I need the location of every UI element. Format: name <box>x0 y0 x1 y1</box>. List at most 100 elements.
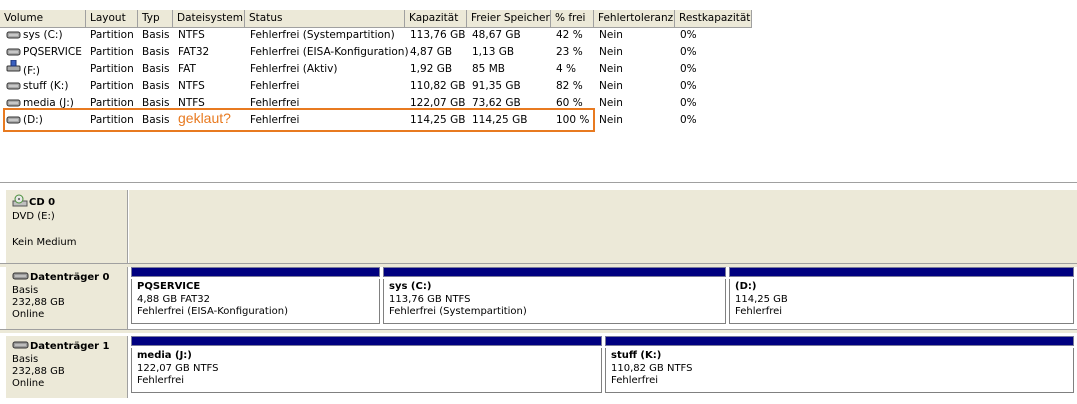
table-row[interactable]: PQSERVICE Partition Basis FAT32 Fehlerfrei (… <box>0 44 760 61</box>
table-row[interactable]: (F:) Partition Basis FAT Fehlerfrei (Aktiv) 1… <box>0 59 760 78</box>
cell-pct: 82 % <box>556 80 583 92</box>
drive-icon <box>6 46 21 56</box>
disk-row-1[interactable]: Datenträger 1 Basis 232,88 GB Online med… <box>0 336 1077 398</box>
cell-type: Basis <box>142 29 170 41</box>
cell-capacity: 4,87 GB <box>410 46 453 58</box>
volume-list[interactable]: Volume Layout Typ Dateisystem Status Kap… <box>0 0 1077 183</box>
cell-fs: FAT32 <box>178 46 210 58</box>
cell-capacity: 113,76 GB <box>410 29 466 41</box>
cell-type: Basis <box>142 46 170 58</box>
cell-fs: FAT <box>178 63 196 75</box>
cell-fs: NTFS <box>178 80 205 92</box>
cell-overhead: 0% <box>680 46 697 58</box>
column-header-overhead[interactable]: Restkapazität <box>675 10 752 27</box>
cell-layout: Partition <box>90 63 134 75</box>
disk-title: CD 0 <box>29 196 56 208</box>
column-header-capacity[interactable]: Kapazität <box>405 10 467 27</box>
cell-capacity: 1,92 GB <box>410 63 453 75</box>
cell-free: 48,67 GB <box>472 29 521 41</box>
partition-status: Fehlerfrei (Systempartition) <box>389 306 527 317</box>
partition-name: (D:) <box>735 281 757 292</box>
partition-status: Fehlerfrei <box>137 375 185 386</box>
partition-name: media (J:) <box>137 350 192 361</box>
partition-d[interactable]: (D:) 114,25 GB Fehlerfrei <box>729 267 1074 324</box>
cell-fault: Nein <box>599 80 623 92</box>
column-header-percent-free[interactable]: % frei <box>551 10 594 27</box>
column-header-filesystem[interactable]: Dateisystem <box>173 10 245 27</box>
partition-size: 122,07 GB NTFS <box>137 362 219 374</box>
volume-name-cell: PQSERVICE <box>0 44 82 61</box>
disk-size: 232,88 GB <box>12 366 65 377</box>
column-header-fault-tolerance[interactable]: Fehlertoleranz <box>594 10 675 27</box>
cell-overhead: 0% <box>680 29 697 41</box>
cell-type: Basis <box>142 63 170 75</box>
volume-name: stuff (K:) <box>23 80 69 92</box>
drive-icon <box>6 97 21 107</box>
hard-disk-icon <box>12 271 29 285</box>
cell-fault: Nein <box>599 29 623 41</box>
cell-status: Fehlerfrei <box>250 80 300 92</box>
disk-type: Basis <box>12 354 39 365</box>
cell-free: 1,13 GB <box>472 46 515 58</box>
partition-name: stuff (K:) <box>611 350 662 361</box>
partition-stuff-k[interactable]: stuff (K:) 110,82 GB NTFS Fehlerfrei <box>605 336 1074 393</box>
partition-name: PQSERVICE <box>137 281 201 292</box>
disk-type: Basis <box>12 285 39 296</box>
partition-status: Fehlerfrei (EISA-Konfiguration) <box>137 306 288 317</box>
volume-name: PQSERVICE <box>23 46 82 58</box>
partition-media-j[interactable]: media (J:) 122,07 GB NTFS Fehlerfrei <box>131 336 602 393</box>
partition-status: Fehlerfrei <box>611 375 659 386</box>
column-header-status[interactable]: Status <box>245 10 405 27</box>
cell-status: Fehlerfrei (EISA-Konfiguration) <box>250 46 409 58</box>
disk-title: Datenträger 1 <box>30 341 110 352</box>
disk-info-0[interactable]: Datenträger 0 Basis 232,88 GB Online <box>6 267 128 329</box>
disk-row-cd0[interactable]: CD 0 DVD (E:) Kein Medium <box>0 190 1077 263</box>
cd-media-area[interactable] <box>129 190 1077 263</box>
cell-fault: Nein <box>599 114 623 126</box>
cell-pct: 42 % <box>556 29 583 41</box>
cell-fault: Nein <box>599 63 623 75</box>
partition-size: 114,25 GB <box>735 293 788 305</box>
drive-icon <box>6 29 21 39</box>
cell-pct: 4 % <box>556 63 576 75</box>
partition-size: 4,88 GB FAT32 <box>137 293 210 305</box>
volume-name: sys (C:) <box>23 29 63 41</box>
column-header-volume[interactable]: Volume <box>0 10 86 27</box>
cell-status: Fehlerfrei (Systempartition) <box>250 29 395 41</box>
volume-name: (F:) <box>23 65 40 77</box>
volume-name-cell: stuff (K:) <box>0 78 68 95</box>
drive-icon <box>6 80 21 90</box>
cell-overhead: 0% <box>680 114 697 126</box>
disk-row-0[interactable]: Datenträger 0 Basis 232,88 GB Online PQS… <box>0 267 1077 329</box>
cell-pct: 23 % <box>556 46 583 58</box>
annotation-label: geklaut? <box>178 110 231 126</box>
hard-disk-icon <box>12 340 29 354</box>
disk-status: Online <box>12 309 45 320</box>
disk-info-1[interactable]: Datenträger 1 Basis 232,88 GB Online <box>6 336 128 398</box>
table-row[interactable]: stuff (K:) Partition Basis NTFS Fehlerfrei 11… <box>0 78 760 95</box>
partition-sys-c[interactable]: sys (C:) 113,76 GB NTFS Fehlerfrei (Syst… <box>383 267 726 324</box>
removable-drive-icon <box>6 59 21 73</box>
cell-layout: Partition <box>90 29 134 41</box>
partition-pqservice[interactable]: PQSERVICE 4,88 GB FAT32 Fehlerfrei (EISA… <box>131 267 380 324</box>
disk-title: Datenträger 0 <box>30 272 110 283</box>
disk-info-cd0[interactable]: CD 0 DVD (E:) Kein Medium <box>6 190 128 263</box>
cd-drive-icon <box>12 194 28 211</box>
cell-fault: Nein <box>599 97 623 109</box>
column-header-type[interactable]: Typ <box>138 10 173 27</box>
divider <box>0 329 1077 333</box>
disk-status: Online <box>12 378 45 389</box>
disk-subtitle: DVD (E:) <box>12 211 55 222</box>
cell-fault: Nein <box>599 46 623 58</box>
list-header: Volume Layout Typ Dateisystem Status Kap… <box>0 9 752 28</box>
cell-free: 85 MB <box>472 63 505 75</box>
disk-graph-view[interactable]: CD 0 DVD (E:) Kein Medium Datenträger 0 … <box>0 186 1077 404</box>
column-header-free-space[interactable]: Freier Speicher <box>467 10 551 27</box>
cell-capacity: 110,82 GB <box>410 80 466 92</box>
column-header-layout[interactable]: Layout <box>86 10 138 27</box>
partition-name: sys (C:) <box>389 281 432 292</box>
cell-overhead: 0% <box>680 80 697 92</box>
cell-fs: NTFS <box>178 29 205 41</box>
table-row[interactable]: sys (C:) Partition Basis NTFS Fehlerfrei (Sy… <box>0 27 760 44</box>
cell-free: 91,35 GB <box>472 80 521 92</box>
